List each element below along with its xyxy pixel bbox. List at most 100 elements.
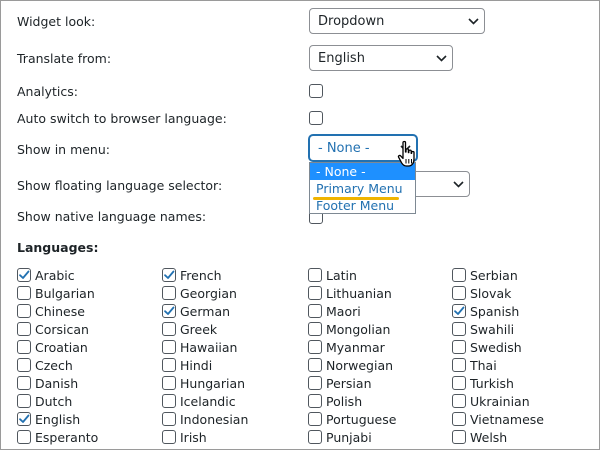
language-checkbox[interactable] (308, 394, 322, 408)
language-checkbox[interactable] (452, 430, 466, 444)
language-option[interactable]: Arabic (17, 267, 75, 283)
widget-look-select[interactable]: Dropdown (309, 8, 485, 34)
language-checkbox[interactable] (452, 358, 466, 372)
language-checkbox[interactable] (452, 412, 466, 426)
language-checkbox[interactable] (162, 322, 176, 336)
language-option[interactable]: Turkish (452, 375, 514, 391)
language-option[interactable]: Slovak (452, 285, 511, 301)
language-option[interactable]: Hungarian (162, 375, 245, 391)
language-checkbox[interactable] (162, 394, 176, 408)
language-option[interactable]: Danish (17, 375, 78, 391)
language-checkbox[interactable] (308, 340, 322, 354)
language-name: Swahili (470, 321, 515, 337)
language-option[interactable]: Serbian (452, 267, 518, 283)
hand-pointer-icon (396, 140, 418, 174)
language-option[interactable]: Indonesian (162, 411, 248, 427)
language-checkbox[interactable] (162, 430, 176, 444)
language-name: Chinese (35, 303, 85, 319)
language-checkbox[interactable] (17, 394, 31, 408)
language-option[interactable]: Greek (162, 321, 217, 337)
language-checkbox[interactable] (17, 304, 31, 318)
checkmark-icon (19, 414, 30, 423)
language-name: Punjabi (326, 429, 372, 445)
language-option[interactable]: Esperanto (17, 429, 98, 445)
language-checkbox[interactable] (452, 322, 466, 336)
language-checkbox[interactable] (452, 340, 466, 354)
translate-from-select[interactable]: English (309, 45, 453, 71)
language-checkbox[interactable] (17, 286, 31, 300)
language-name: Corsican (35, 321, 89, 337)
language-option[interactable]: Spanish (452, 303, 519, 319)
language-checkbox[interactable] (17, 340, 31, 354)
language-checkbox[interactable] (308, 430, 322, 444)
language-option[interactable]: Mongolian (308, 321, 390, 337)
language-name: Arabic (35, 267, 75, 283)
language-option[interactable]: Corsican (17, 321, 89, 337)
language-option[interactable]: Irish (162, 429, 207, 445)
language-checkbox[interactable] (308, 412, 322, 426)
checkmark-icon (164, 306, 175, 315)
language-checkbox[interactable] (308, 358, 322, 372)
show-in-menu-label: Show in menu: (17, 142, 110, 157)
language-checkbox[interactable] (162, 358, 176, 372)
language-option[interactable]: Thai (452, 357, 497, 373)
language-option[interactable]: Hindi (162, 357, 212, 373)
language-checkbox[interactable] (452, 304, 466, 318)
language-checkbox[interactable] (17, 376, 31, 390)
language-checkbox[interactable] (162, 412, 176, 426)
language-option[interactable]: Lithuanian (308, 285, 392, 301)
language-checkbox[interactable] (162, 340, 176, 354)
language-option[interactable]: French (162, 267, 222, 283)
language-option[interactable]: Portuguese (308, 411, 396, 427)
language-option[interactable]: Persian (308, 375, 372, 391)
checkmark-icon (164, 270, 175, 279)
language-option[interactable]: Czech (17, 357, 73, 373)
language-checkbox[interactable] (17, 322, 31, 336)
language-option[interactable]: Dutch (17, 393, 72, 409)
language-option[interactable]: Hawaiian (162, 339, 237, 355)
language-option[interactable]: Swedish (452, 339, 522, 355)
language-checkbox[interactable] (308, 268, 322, 282)
language-option[interactable]: German (162, 303, 230, 319)
language-checkbox[interactable] (17, 358, 31, 372)
translate-from-value: English (318, 50, 365, 66)
language-checkbox[interactable] (452, 376, 466, 390)
language-option[interactable]: Icelandic (162, 393, 236, 409)
language-checkbox[interactable] (308, 322, 322, 336)
language-option[interactable]: Bulgarian (17, 285, 95, 301)
language-option[interactable]: Punjabi (308, 429, 372, 445)
auto-switch-checkbox[interactable] (309, 111, 323, 125)
option-primary-menu[interactable]: Primary Menu (310, 180, 415, 197)
language-option[interactable]: Latin (308, 267, 357, 283)
language-checkbox[interactable] (17, 430, 31, 444)
language-checkbox[interactable] (308, 304, 322, 318)
analytics-checkbox[interactable] (309, 84, 323, 98)
language-option[interactable]: Myanmar (308, 339, 385, 355)
language-name: Swedish (470, 339, 522, 355)
language-option[interactable]: Ukrainian (452, 393, 530, 409)
language-option[interactable]: Norwegian (308, 357, 393, 373)
language-checkbox[interactable] (452, 394, 466, 408)
language-option[interactable]: Swahili (452, 321, 514, 337)
language-option[interactable]: Maori (308, 303, 361, 319)
language-option[interactable]: Polish (308, 393, 362, 409)
language-name: Portuguese (326, 411, 397, 427)
language-checkbox[interactable] (308, 286, 322, 300)
language-option[interactable]: English (17, 411, 80, 427)
language-option[interactable]: Croatian (17, 339, 88, 355)
language-name: Spanish (470, 303, 520, 319)
language-checkbox[interactable] (162, 268, 176, 282)
language-option[interactable]: Vietnamese (452, 411, 544, 427)
language-checkbox[interactable] (308, 376, 322, 390)
language-checkbox[interactable] (162, 376, 176, 390)
language-option[interactable]: Georgian (162, 285, 237, 301)
language-option[interactable]: Welsh (452, 429, 507, 445)
language-checkbox[interactable] (162, 286, 176, 300)
language-checkbox[interactable] (17, 268, 31, 282)
language-checkbox[interactable] (452, 286, 466, 300)
language-checkbox[interactable] (17, 412, 31, 426)
language-name: Czech (35, 357, 73, 373)
language-option[interactable]: Chinese (17, 303, 85, 319)
language-checkbox[interactable] (452, 268, 466, 282)
language-checkbox[interactable] (162, 304, 176, 318)
